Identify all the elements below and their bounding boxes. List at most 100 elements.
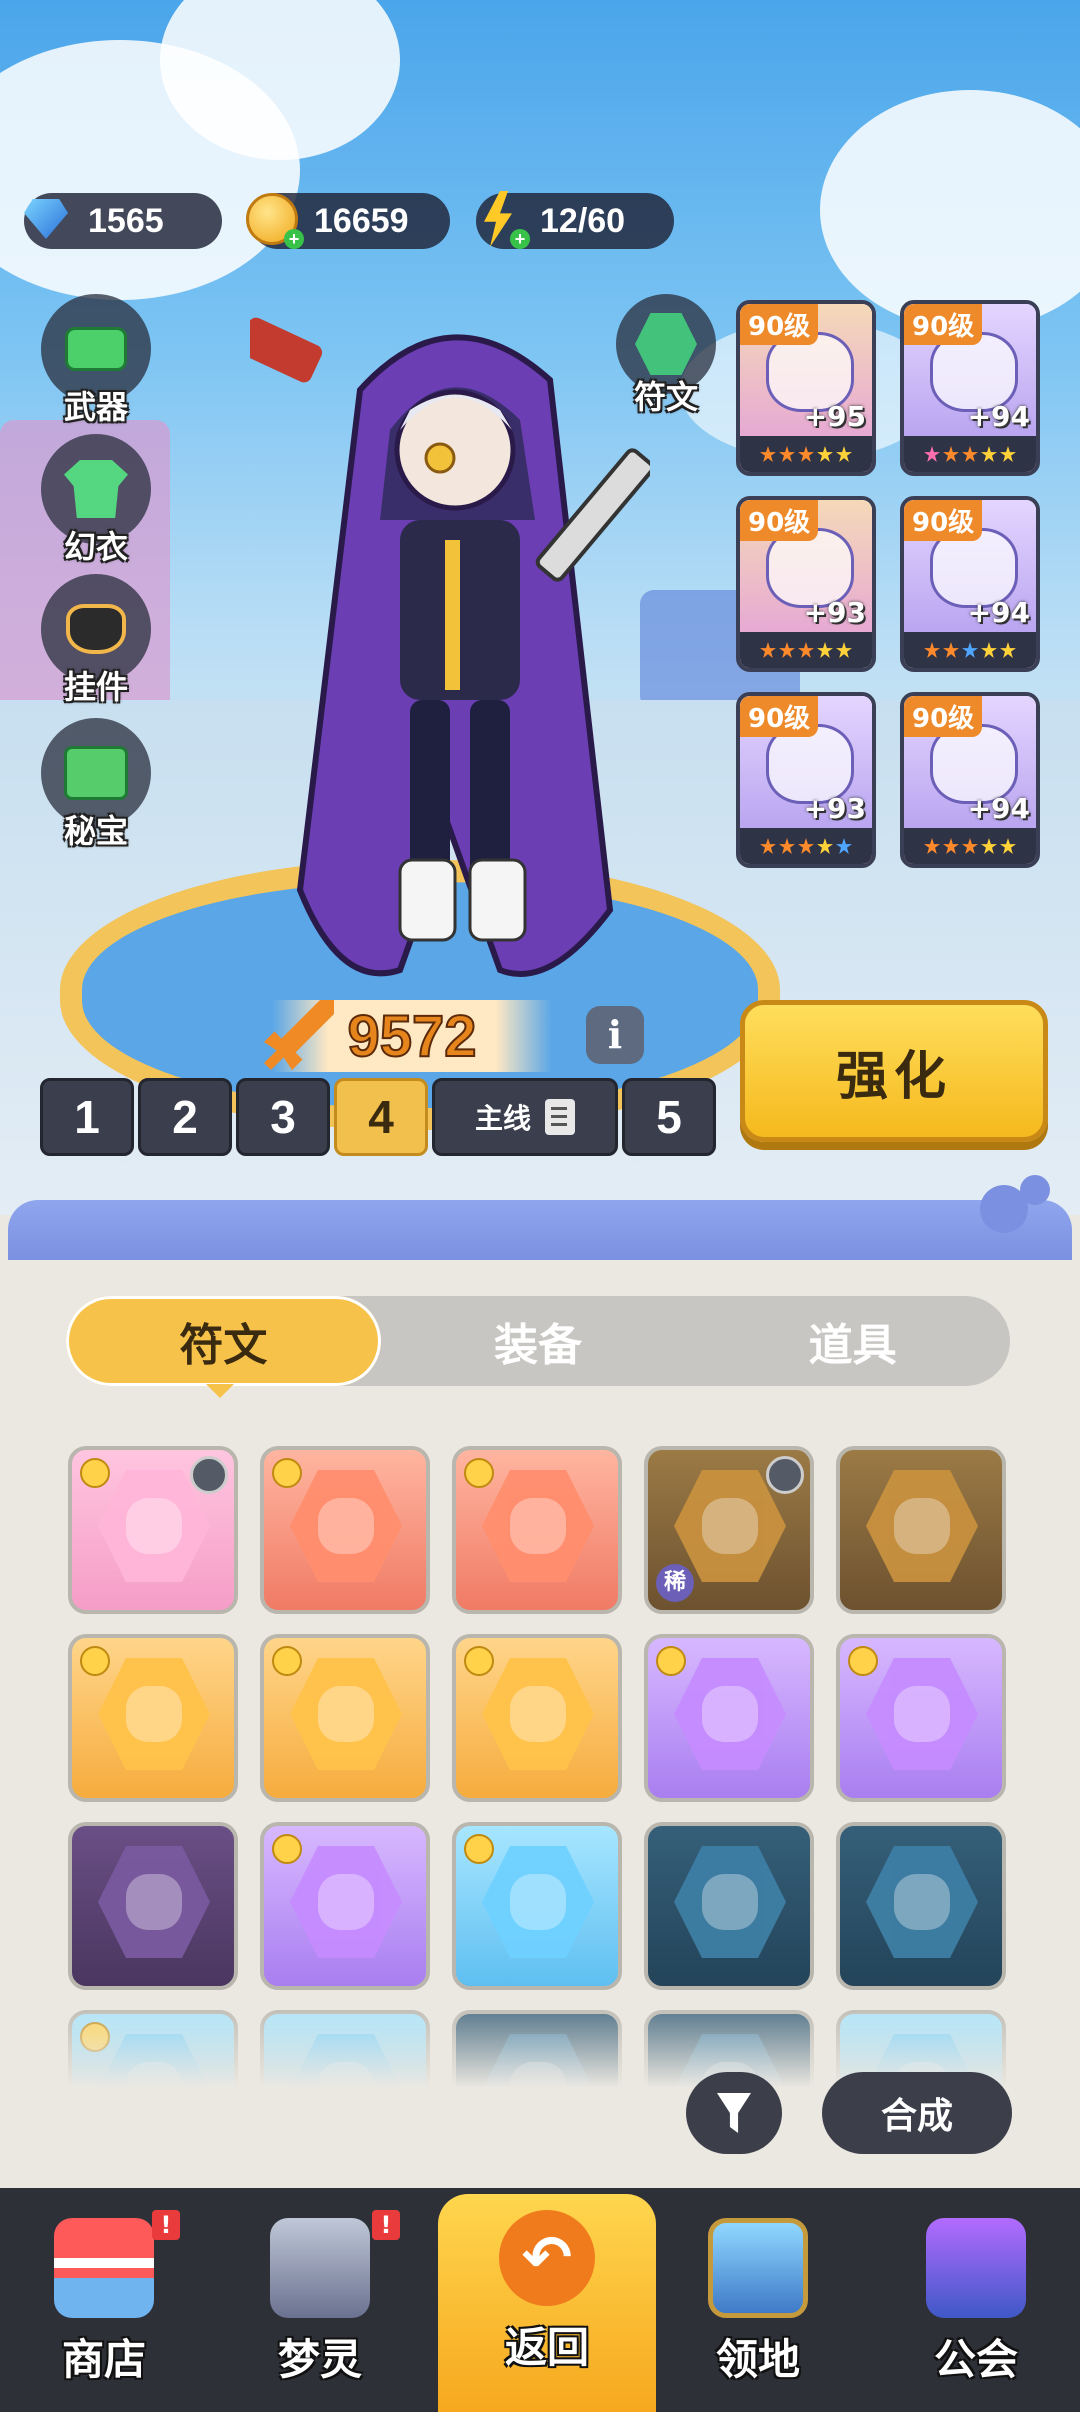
add-coin-icon[interactable]: + [284,229,304,249]
equipment-slot-shoes[interactable]: 90级 +93 [736,692,876,868]
gem-value: 1565 [88,201,164,240]
coin-counter[interactable]: + 16659 [246,193,450,249]
coin-icon: + [240,187,304,251]
notification-badge: ! [372,2210,400,2240]
inventory-tabs: 符文 装备 道具 [66,1296,1010,1386]
panel-decoration [1020,1175,1050,1205]
equipment-stars [740,436,872,472]
loadout-tabs: 1 2 3 4 主线 5 [40,1078,716,1160]
side-menu-label: 幻衣 [63,528,128,566]
loadout-main-label: 主线 [474,1103,531,1134]
equipment-level: 90级 [740,500,819,541]
dream-spirit-icon [270,2218,370,2318]
nav-shop[interactable]: 商店 ! [4,2200,204,2400]
territory-icon [708,2218,808,2318]
equipment-slot-armor[interactable]: 90级 +94 [900,300,1040,476]
rune-item[interactable] [836,1446,1006,1614]
compose-button[interactable]: 合成 [822,2072,1012,2154]
info-button[interactable]: i [586,1006,644,1064]
equipment-enhance-level: +93 [803,792,866,825]
loadout-tab-3[interactable]: 3 [236,1078,330,1156]
combat-power-value: 9572 [346,1003,477,1070]
plus-icon [80,1646,110,1676]
side-menu-treasure[interactable]: 秘宝 [34,718,158,852]
nav-territory[interactable]: 领地 [658,2200,858,2400]
plus-icon [464,1646,494,1676]
rune-item[interactable] [644,1634,814,1802]
rune-item[interactable] [68,1634,238,1802]
filter-button[interactable] [686,2072,782,2154]
nav-dream-spirit[interactable]: 梦灵 ! [220,2200,420,2400]
equipment-enhance-level: +94 [967,400,1030,433]
upgrade-button[interactable]: 强化 [740,1000,1048,1142]
gem-counter[interactable]: 1565 [24,193,222,249]
equipment-stars [904,632,1036,668]
loadout-tab-4[interactable]: 4 [334,1078,428,1156]
loadout-tab-1[interactable]: 1 [40,1078,134,1156]
equipment-level: 90级 [740,304,819,345]
panel-header-strip [8,1200,1072,1260]
rune-item[interactable] [836,1822,1006,1990]
rune-item[interactable] [452,1634,622,1802]
plus-icon [848,1646,878,1676]
loadout-tab-2[interactable]: 2 [138,1078,232,1156]
plus-icon [656,1646,686,1676]
energy-counter[interactable]: + 12/60 [476,191,674,249]
rune-item[interactable] [836,1634,1006,1802]
equipment-level: 90级 [904,500,983,541]
add-energy-icon[interactable]: + [510,229,530,249]
equipment-enhance-level: +94 [967,792,1030,825]
side-menu-outfit[interactable]: 幻衣 [34,434,158,568]
loadout-tab-main[interactable]: 主线 [432,1078,618,1156]
equipment-slot-bracer[interactable]: 90级 +93 [736,496,876,672]
lock-icon [190,1456,228,1494]
side-menu-pendant[interactable]: 挂件 [34,574,158,708]
treasure-icon [64,746,128,800]
rune-item[interactable]: 稀 [644,1446,814,1614]
equipment-level: 90级 [904,696,983,737]
side-menu-label: 秘宝 [63,812,128,850]
tab-items[interactable]: 道具 [695,1296,1010,1386]
combat-power: 9572 [264,1000,552,1072]
tab-pointer [206,1384,234,1398]
equipment-slot-pants[interactable]: 90级 +94 [900,496,1040,672]
tab-equipment[interactable]: 装备 [381,1296,696,1386]
tab-runes[interactable]: 符文 [66,1296,381,1386]
rune-item[interactable] [260,1822,430,1990]
rune-item[interactable] [260,1634,430,1802]
guild-icon [926,2218,1026,2318]
weapon-icon [65,327,127,371]
loadout-tab-5[interactable]: 5 [622,1078,716,1156]
nav-label: 领地 [715,2335,800,2384]
rune-item[interactable] [452,1822,622,1990]
plus-icon [272,1458,302,1488]
diamond-icon [14,187,78,251]
equipment-stars [740,828,872,864]
equipment-enhance-level: +93 [803,596,866,629]
equipment-enhance-level: +94 [967,596,1030,629]
equipment-slot-helmet[interactable]: 90级 +95 [736,300,876,476]
rune-item[interactable] [68,1822,238,1990]
lightning-icon: + [466,187,530,251]
plus-icon [464,1834,494,1864]
character-sprite[interactable] [250,270,650,1030]
rune-item[interactable] [644,1822,814,1990]
nav-back[interactable]: ↶ 返回 [438,2194,656,2412]
notification-badge: ! [152,2210,180,2240]
energy-value: 12/60 [540,201,626,240]
rune-item[interactable] [260,1446,430,1614]
rune-item[interactable] [452,1446,622,1614]
equipment-stars [904,436,1036,472]
lock-icon [766,1456,804,1494]
nav-label: 梦灵 [277,2335,362,2384]
pendant-icon [66,604,126,654]
nav-guild[interactable]: 公会 [876,2200,1076,2400]
edit-document-icon [545,1099,575,1135]
equipment-level: 90级 [740,696,819,737]
nav-label: 公会 [933,2335,1018,2384]
rune-item[interactable] [68,1446,238,1614]
side-menu-weapon[interactable]: 武器 [34,294,158,428]
equipment-slot-orb[interactable]: 90级 +94 [900,692,1040,868]
nav-label: 返回 [504,2323,589,2372]
equipment-level: 90级 [904,304,983,345]
